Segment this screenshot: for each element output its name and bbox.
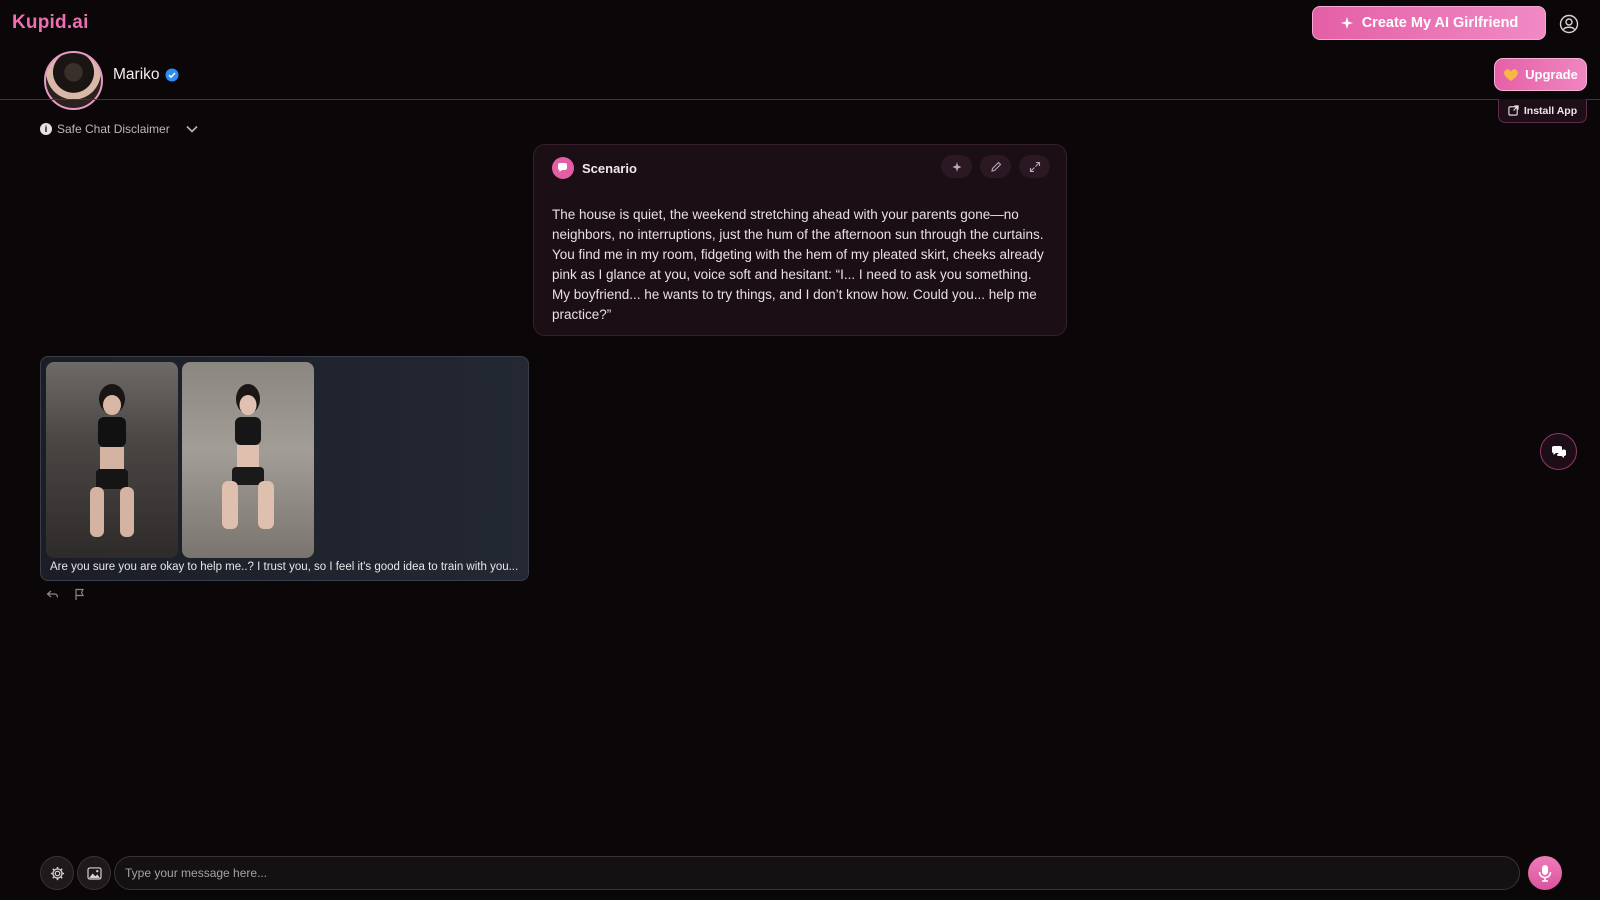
edit-pencil-icon[interactable] [980, 155, 1011, 178]
create-button-label: Create My AI Girlfriend [1361, 15, 1519, 31]
scenario-icon [552, 157, 574, 179]
message-image-2[interactable] [182, 362, 314, 558]
magic-wand-icon[interactable] [941, 155, 972, 178]
flag-icon[interactable] [73, 588, 86, 601]
install-label: Install App [1523, 104, 1578, 117]
microphone-icon [1538, 865, 1552, 882]
scenario-header: Scenario [552, 157, 637, 179]
message-text: Are you sure you are okay to help me..? … [50, 561, 519, 573]
settings-button[interactable] [40, 856, 74, 890]
character-name: Mariko [113, 66, 160, 83]
character-avatar[interactable] [44, 51, 103, 110]
message-input[interactable] [114, 856, 1520, 890]
scenario-card: Scenario The house is quiet, the weekend… [533, 144, 1067, 336]
sparkle-icon [1340, 16, 1353, 30]
scenario-text: The house is quiet, the weekend stretchi… [552, 207, 1044, 322]
chevron-down-icon[interactable] [183, 120, 201, 138]
verified-badge-icon [165, 68, 179, 82]
expand-icon[interactable] [1019, 155, 1050, 178]
chat-message: Are you sure you are okay to help me..? … [40, 356, 529, 581]
scenario-title: Scenario [582, 160, 637, 176]
create-ai-girlfriend-button[interactable]: Create My AI Girlfriend [1312, 6, 1546, 40]
message-actions [46, 588, 86, 601]
gear-icon [50, 866, 64, 880]
image-icon [86, 866, 102, 880]
image-button[interactable] [77, 856, 111, 890]
upgrade-label: Upgrade [1525, 67, 1578, 82]
scenario-tools [941, 155, 1050, 178]
heart-icon [1504, 68, 1519, 81]
chat-bubbles-icon [1551, 445, 1566, 458]
disclaimer-label: Safe Chat Disclaimer [57, 122, 170, 136]
reply-icon[interactable] [46, 588, 59, 601]
message-image-1[interactable] [46, 362, 178, 558]
composer-bar [40, 856, 1562, 890]
info-icon: i [40, 123, 52, 135]
upgrade-button[interactable]: Upgrade [1494, 58, 1587, 91]
microphone-button[interactable] [1528, 856, 1562, 890]
logo[interactable]: Kupid.ai [12, 12, 89, 34]
header-divider [0, 99, 1600, 100]
chat-bubbles-button[interactable] [1540, 433, 1577, 470]
install-icon [1508, 105, 1519, 116]
safe-chat-disclaimer[interactable]: i Safe Chat Disclaimer [40, 120, 201, 138]
user-profile-icon[interactable] [1556, 11, 1582, 37]
install-app-button[interactable]: Install App [1498, 99, 1587, 123]
